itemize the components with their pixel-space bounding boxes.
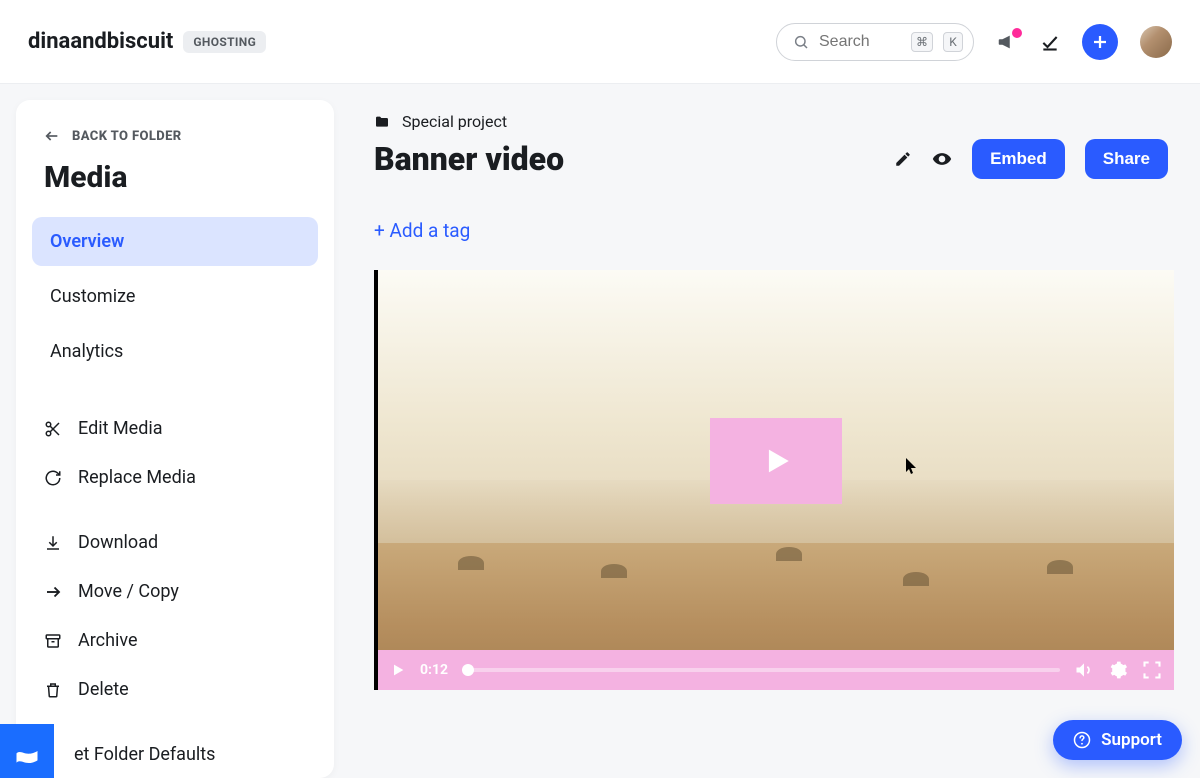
search-input[interactable] xyxy=(819,33,901,51)
action-move-copy[interactable]: Move / Copy xyxy=(16,567,334,616)
announcements-button[interactable] xyxy=(996,31,1018,53)
search-box[interactable]: ⌘ K xyxy=(776,23,974,61)
play-icon xyxy=(759,444,793,478)
checkmark-icon xyxy=(1040,32,1060,52)
action-label: Delete xyxy=(78,679,129,700)
visibility-button[interactable] xyxy=(932,149,952,169)
edit-title-button[interactable] xyxy=(894,150,912,168)
volume-icon[interactable] xyxy=(1074,660,1094,680)
sidebar: BACK TO FOLDER Media Overview Customize … xyxy=(16,100,334,778)
folder-icon xyxy=(374,114,390,130)
tasks-button[interactable] xyxy=(1040,32,1060,52)
page-title: Banner video xyxy=(374,140,564,178)
kbd-k: K xyxy=(943,32,963,52)
play-small-icon[interactable] xyxy=(390,662,406,678)
avatar[interactable] xyxy=(1140,26,1172,58)
search-icon xyxy=(793,34,809,50)
topbar-actions: ⌘ K xyxy=(776,23,1172,61)
app-launcher-button[interactable] xyxy=(0,724,54,778)
action-label: Archive xyxy=(78,630,138,651)
back-to-folder-button[interactable]: BACK TO FOLDER xyxy=(44,128,306,144)
playhead-icon[interactable] xyxy=(462,664,474,676)
action-download[interactable]: Download xyxy=(16,518,334,567)
top-bar: dinaandbiscuit GHOSTING ⌘ K xyxy=(0,0,1200,84)
archive-icon xyxy=(44,632,62,650)
embed-button[interactable]: Embed xyxy=(972,139,1065,179)
refresh-icon xyxy=(44,469,62,487)
tab-analytics[interactable]: Analytics xyxy=(32,327,318,376)
back-label: BACK TO FOLDER xyxy=(72,129,182,144)
main-panel: Special project Banner video Embed Share… xyxy=(334,84,1200,778)
action-label: Replace Media xyxy=(78,467,196,488)
kbd-cmd: ⌘ xyxy=(911,32,933,52)
action-delete[interactable]: Delete xyxy=(16,665,334,714)
action-label: Move / Copy xyxy=(78,581,179,602)
action-folder-defaults[interactable]: et Folder Defaults xyxy=(16,730,334,778)
tab-customize[interactable]: Customize xyxy=(32,272,318,321)
breadcrumb[interactable]: Special project xyxy=(374,112,1168,131)
action-label: et Folder Defaults xyxy=(74,744,215,765)
brand: dinaandbiscuit GHOSTING xyxy=(28,29,266,54)
brand-name: dinaandbiscuit xyxy=(28,29,173,54)
sidebar-title: Media xyxy=(44,160,306,195)
support-button[interactable]: Support xyxy=(1053,720,1182,760)
scissors-icon xyxy=(44,420,62,438)
action-label: Download xyxy=(78,532,158,553)
play-button[interactable] xyxy=(710,418,842,504)
flag-icon xyxy=(13,737,41,765)
action-replace-media[interactable]: Replace Media xyxy=(16,453,334,502)
video-player[interactable]: 0:12 xyxy=(374,270,1174,690)
video-timeline[interactable] xyxy=(462,668,1060,672)
share-button[interactable]: Share xyxy=(1085,139,1168,179)
mouse-cursor-icon xyxy=(906,458,920,476)
video-time: 0:12 xyxy=(420,662,448,678)
pencil-icon xyxy=(894,150,912,168)
settings-icon[interactable] xyxy=(1108,660,1128,680)
add-button[interactable] xyxy=(1082,24,1118,60)
arrow-left-icon xyxy=(44,128,60,144)
action-label: Edit Media xyxy=(78,418,163,439)
add-tag-button[interactable]: + Add a tag xyxy=(374,219,470,242)
trash-icon xyxy=(44,681,62,699)
notification-dot-icon xyxy=(1012,28,1022,38)
video-controls: 0:12 xyxy=(378,650,1174,690)
arrow-right-icon xyxy=(44,583,62,601)
question-icon xyxy=(1073,731,1091,749)
project-badge: GHOSTING xyxy=(183,31,266,53)
plus-icon xyxy=(1091,33,1109,51)
eye-icon xyxy=(932,149,952,169)
breadcrumb-label: Special project xyxy=(402,112,507,131)
tab-overview[interactable]: Overview xyxy=(32,217,318,266)
action-archive[interactable]: Archive xyxy=(16,616,334,665)
action-edit-media[interactable]: Edit Media xyxy=(16,404,334,453)
support-label: Support xyxy=(1101,730,1162,750)
download-icon xyxy=(44,534,62,552)
fullscreen-icon[interactable] xyxy=(1142,660,1162,680)
